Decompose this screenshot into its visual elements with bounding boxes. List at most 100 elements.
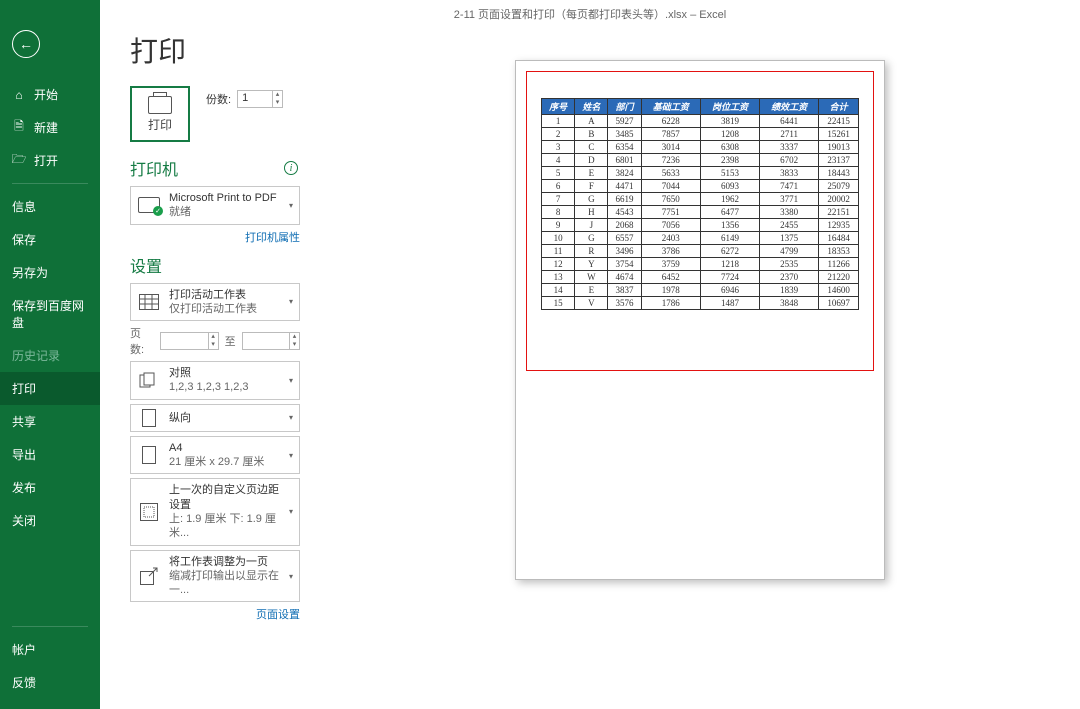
table-cell: 1962 [700, 193, 759, 206]
table-cell: H [575, 206, 608, 219]
setting-what-to-print[interactable]: 打印活动工作表 仅打印活动工作表 ▾ [130, 283, 300, 322]
printer-properties-link[interactable]: 打印机属性 [130, 229, 300, 245]
sidebar-item-feedback[interactable]: 反馈 [0, 666, 100, 699]
chevron-up-icon[interactable]: ▴ [209, 333, 218, 341]
table-header-cell: 岗位工资 [700, 99, 759, 115]
table-row: 10G655724036149137516484 [542, 232, 859, 245]
chevron-down-icon[interactable]: ▾ [209, 341, 218, 349]
backstage-sidebar: ← ⌂ 开始 🗎 新建 🗁 打开 信息 保存 另存为 保存到百度网盘 历史记录 [0, 0, 100, 709]
sidebar-item-baidu[interactable]: 保存到百度网盘 [0, 289, 100, 339]
chevron-down-icon: ▾ [289, 507, 293, 516]
table-row: 13W467464527724237021220 [542, 271, 859, 284]
setting-title: 纵向 [169, 411, 281, 425]
table-cell: 3380 [760, 206, 819, 219]
table-cell: J [575, 219, 608, 232]
setting-margins[interactable]: 上一次的自定义页边距设置 上: 1.9 厘米 下: 1.9 厘米... ▾ [130, 478, 300, 545]
table-cell: 6228 [641, 115, 700, 128]
sidebar-item-label: 新建 [34, 119, 58, 136]
table-cell: 8 [542, 206, 575, 219]
sidebar-item-save[interactable]: 保存 [0, 223, 100, 256]
printer-status: 就绪 [169, 205, 281, 219]
chevron-down-icon: ▾ [289, 413, 293, 422]
page-setup-link[interactable]: 页面设置 [130, 606, 300, 622]
chevron-down-icon[interactable]: ▾ [290, 341, 299, 349]
preview-table: 序号姓名部门基础工资岗位工资绩效工资合计 1A59276228381964412… [541, 98, 859, 310]
table-cell: 4471 [608, 180, 641, 193]
back-button[interactable]: ← [12, 30, 40, 58]
sidebar-item-share[interactable]: 共享 [0, 405, 100, 438]
table-cell: 21220 [819, 271, 859, 284]
table-cell: 4799 [760, 245, 819, 258]
table-cell: 13 [542, 271, 575, 284]
table-cell: 2068 [608, 219, 641, 232]
table-cell: E [575, 284, 608, 297]
table-cell: 6093 [700, 180, 759, 193]
table-cell: 19013 [819, 141, 859, 154]
sidebar-item-label: 关闭 [12, 512, 36, 529]
copies-stepper[interactable]: 1 ▴▾ [237, 90, 283, 108]
table-cell: D [575, 154, 608, 167]
sidebar-item-label: 打开 [34, 152, 58, 169]
sidebar-item-open[interactable]: 🗁 打开 [0, 144, 100, 177]
table-cell: 12935 [819, 219, 859, 232]
print-button[interactable]: 打印 [130, 86, 190, 142]
table-cell: 20002 [819, 193, 859, 206]
sidebar-item-info[interactable]: 信息 [0, 190, 100, 223]
table-cell: 3576 [608, 297, 641, 310]
sidebar-item-print[interactable]: 打印 [0, 372, 100, 405]
open-icon: 🗁 [12, 154, 26, 168]
table-cell: 2370 [760, 271, 819, 284]
table-cell: 6801 [608, 154, 641, 167]
sidebar-item-new[interactable]: 🗎 新建 [0, 111, 100, 144]
copies-value: 1 [238, 91, 272, 107]
fit-icon [137, 567, 161, 585]
chevron-down-icon: ▾ [289, 451, 293, 460]
sidebar-item-close[interactable]: 关闭 [0, 504, 100, 537]
table-cell: 2398 [700, 154, 759, 167]
setting-title: 打印活动工作表 [169, 288, 281, 302]
table-cell: 2535 [760, 258, 819, 271]
table-cell: 5 [542, 167, 575, 180]
setting-scaling[interactable]: 将工作表调整为一页 缩减打印输出以显示在一... ▾ [130, 550, 300, 603]
sidebar-item-label: 反馈 [12, 674, 36, 691]
setting-collate[interactable]: 对照 1,2,3 1,2,3 1,2,3 ▾ [130, 361, 300, 400]
table-cell: 6441 [760, 115, 819, 128]
sidebar-item-home[interactable]: ⌂ 开始 [0, 78, 100, 111]
pages-to-label: 至 [225, 333, 236, 349]
pages-label: 页数: [130, 325, 154, 357]
chevron-up-icon[interactable]: ▴ [290, 333, 299, 341]
sidebar-item-label: 信息 [12, 198, 36, 215]
sidebar-item-history[interactable]: 历史记录 [0, 339, 100, 372]
table-cell: R [575, 245, 608, 258]
setting-sub: 21 厘米 x 29.7 厘米 [169, 455, 281, 469]
table-header-cell: 序号 [542, 99, 575, 115]
printer-section-heading: 打印机 [130, 156, 178, 180]
setting-orientation[interactable]: 纵向 ▾ [130, 404, 300, 432]
sidebar-item-account[interactable]: 帐户 [0, 633, 100, 666]
printer-icon [148, 96, 172, 114]
info-icon[interactable]: i [284, 161, 298, 175]
setting-paper-size[interactable]: A4 21 厘米 x 29.7 厘米 ▾ [130, 436, 300, 475]
table-cell: 6452 [641, 271, 700, 284]
chevron-down-icon[interactable]: ▾ [273, 99, 282, 107]
setting-title: A4 [169, 441, 281, 455]
table-cell: 16484 [819, 232, 859, 245]
page-to-stepper[interactable]: ▴▾ [242, 332, 300, 350]
sidebar-item-publish[interactable]: 发布 [0, 471, 100, 504]
new-icon: 🗎 [12, 121, 26, 135]
sidebar-item-export[interactable]: 导出 [0, 438, 100, 471]
setting-title: 上一次的自定义页边距设置 [169, 483, 281, 512]
page-from-stepper[interactable]: ▴▾ [160, 332, 218, 350]
sidebar-item-label: 发布 [12, 479, 36, 496]
table-cell: 1978 [641, 284, 700, 297]
table-cell: 7236 [641, 154, 700, 167]
table-cell: V [575, 297, 608, 310]
table-cell: 23137 [819, 154, 859, 167]
table-cell: 6308 [700, 141, 759, 154]
table-cell: 3 [542, 141, 575, 154]
sidebar-item-saveas[interactable]: 另存为 [0, 256, 100, 289]
print-preview-area: 序号姓名部门基础工资岗位工资绩效工资合计 1A59276228381964412… [320, 0, 1080, 709]
chevron-up-icon[interactable]: ▴ [273, 91, 282, 99]
table-header-cell: 姓名 [575, 99, 608, 115]
printer-selector[interactable]: ✓ Microsoft Print to PDF 就绪 ▾ [130, 186, 300, 225]
